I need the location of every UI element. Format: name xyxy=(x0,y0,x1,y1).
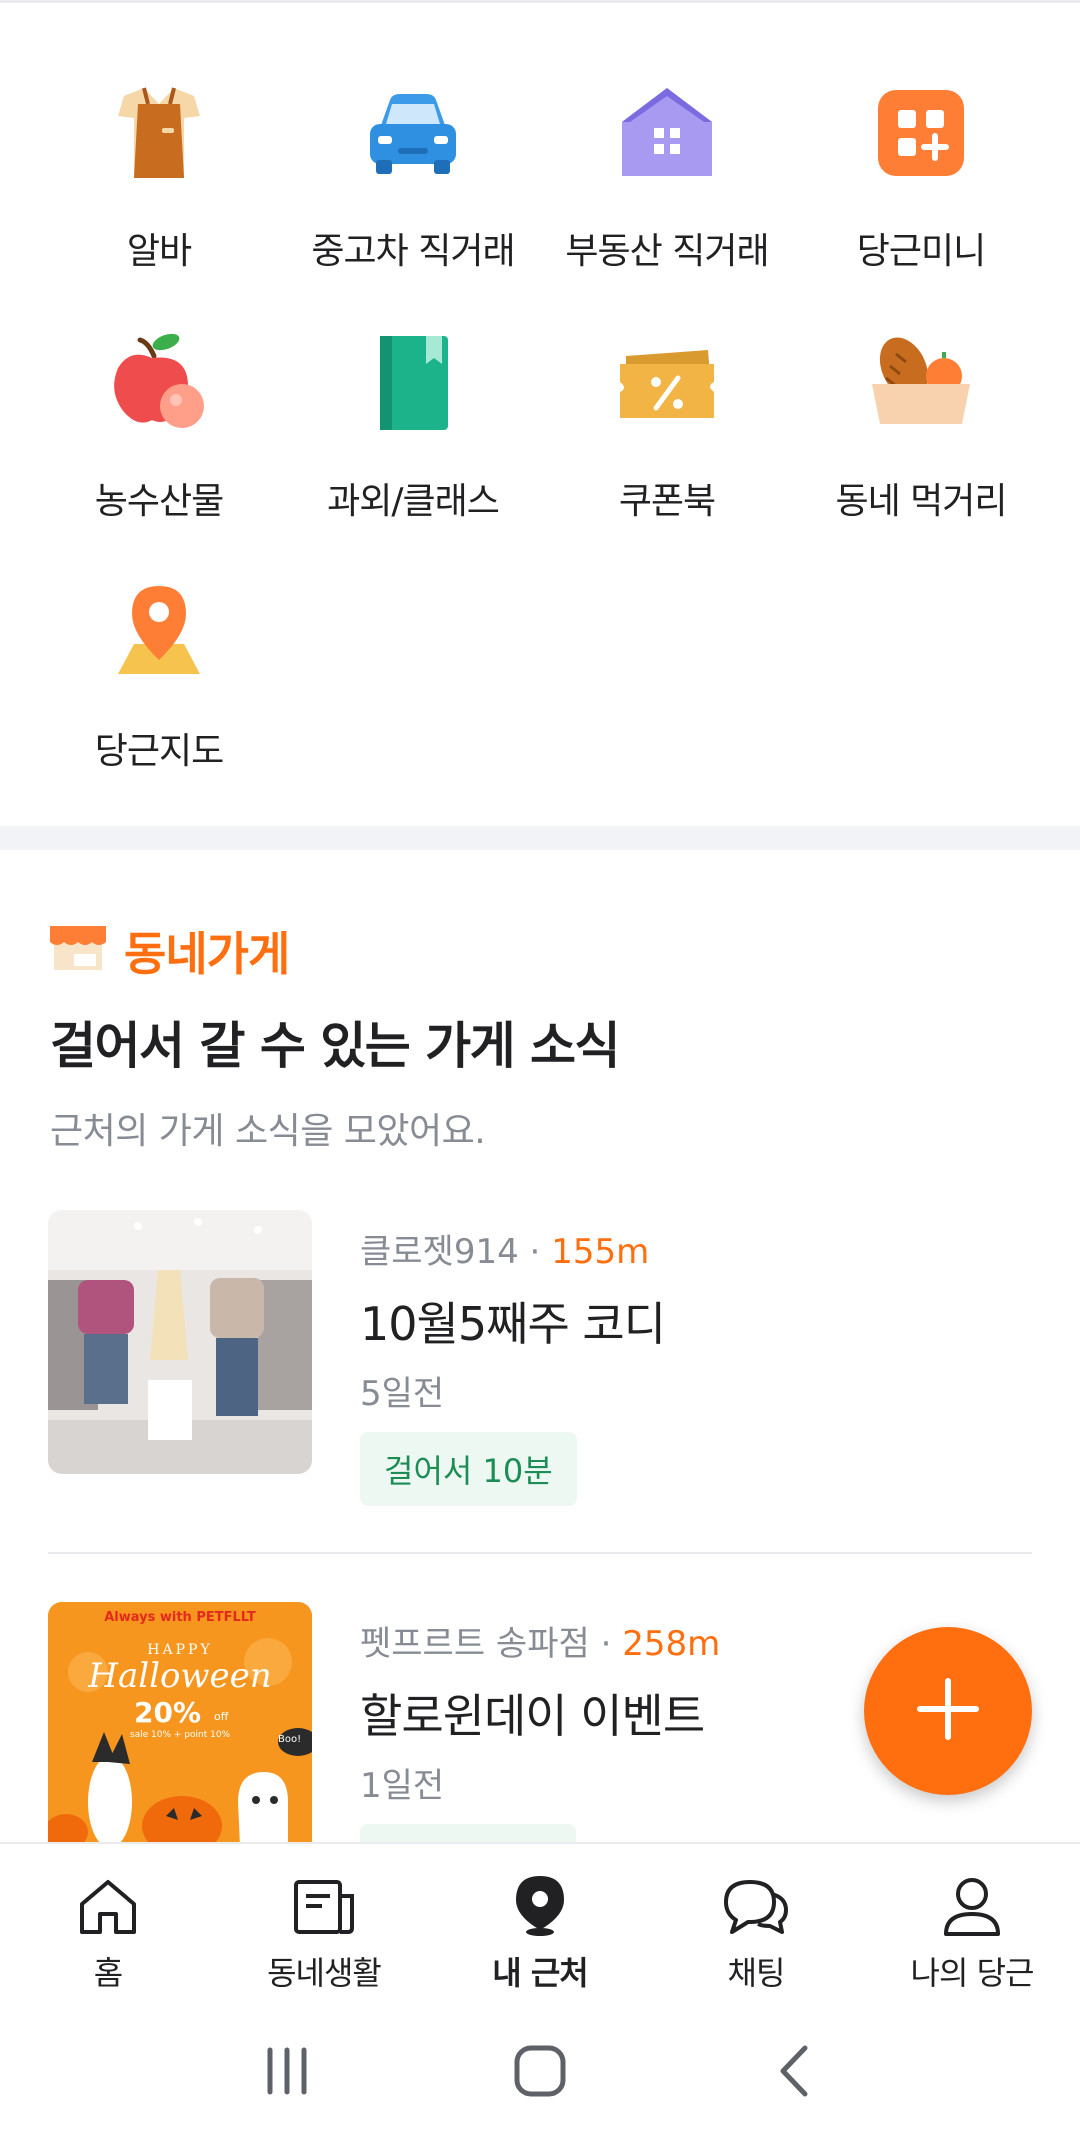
walk-time-badge xyxy=(360,1824,576,1842)
house-icon xyxy=(612,78,722,188)
list-divider xyxy=(48,1552,1032,1554)
poster-boo: Boo! xyxy=(278,1734,302,1745)
location-pin-icon xyxy=(506,1872,574,1940)
service-alba[interactable]: 알바 xyxy=(32,60,286,282)
food-basket-icon xyxy=(866,328,976,438)
mini-app-icon xyxy=(866,78,976,188)
store-post[interactable]: 클로젯914 · 155m 10월5째주 코디 5일전 걸어서 10분 xyxy=(48,1210,1032,1506)
halloween-poster: Always with PETFLLT HAPPY Halloween 20% … xyxy=(48,1602,312,1842)
home-square-icon xyxy=(514,2045,566,2097)
recent-apps-icon xyxy=(267,2047,307,2095)
tab-label: 나의 당근 xyxy=(910,1954,1035,1992)
distance: 258m xyxy=(622,1624,721,1664)
write-post-button[interactable] xyxy=(864,1627,1032,1795)
meta-separator: · xyxy=(589,1624,623,1664)
car-icon xyxy=(358,78,468,188)
top-divider xyxy=(0,0,1080,3)
tab-home[interactable]: 홈 xyxy=(0,1844,216,2000)
post-title: 10월5째주 코디 xyxy=(360,1297,666,1351)
back-chevron-icon xyxy=(780,2045,808,2097)
service-label: 과외/클래스 xyxy=(327,481,500,522)
chat-bubbles-icon xyxy=(722,1872,790,1940)
coupon-icon xyxy=(612,328,722,438)
service-class[interactable]: 과외/클래스 xyxy=(286,310,540,532)
service-grid: 알바 중고차 직거래 부동산 직거래 당근미니 농수산물 과외/클래스 쿠폰북 … xyxy=(32,60,1048,782)
profile-icon xyxy=(938,1872,1006,1940)
plus-icon xyxy=(916,1677,980,1745)
section-title: 걸어서 갈 수 있는 가게 소식 xyxy=(50,1017,621,1075)
service-local-food[interactable]: 동네 먹거리 xyxy=(794,310,1048,532)
poster-off: off xyxy=(214,1710,229,1723)
service-label: 중고차 직거래 xyxy=(311,231,515,272)
poster-fine-print: sale 10% + point 10% xyxy=(129,1730,231,1740)
apron-icon xyxy=(104,78,214,188)
post-time: 5일전 xyxy=(360,1374,445,1414)
walk-time-badge: 걸어서 10분 xyxy=(360,1432,577,1506)
home-system-button[interactable] xyxy=(490,2021,590,2121)
apple-icon xyxy=(104,328,214,438)
service-label: 당근미니 xyxy=(856,231,986,272)
system-navigation-bar xyxy=(0,2000,1080,2142)
service-danggeun-mini[interactable]: 당근미니 xyxy=(794,60,1048,282)
section-divider xyxy=(0,826,1080,850)
book-icon xyxy=(358,328,468,438)
map-pin-icon xyxy=(104,578,214,688)
tab-label: 동네생활 xyxy=(267,1954,382,1992)
poster-halloween: Halloween xyxy=(88,1656,272,1696)
tab-label: 내 근처 xyxy=(492,1954,588,1992)
service-used-car[interactable]: 중고차 직거래 xyxy=(286,60,540,282)
storefront-icon xyxy=(50,926,106,976)
service-coupon-book[interactable]: 쿠폰북 xyxy=(540,310,794,532)
neighborhood-news-icon xyxy=(290,1872,358,1940)
post-meta: 펫프르트 송파점 · 258m xyxy=(360,1616,720,1665)
clothing-store-photo xyxy=(48,1210,312,1474)
tab-my-danggeun[interactable]: 나의 당근 xyxy=(864,1844,1080,2000)
post-time: 1일전 xyxy=(360,1766,445,1806)
tab-neighborhood-life[interactable]: 동네생활 xyxy=(216,1844,432,2000)
home-icon xyxy=(74,1872,142,1940)
tab-label: 홈 xyxy=(93,1954,123,1992)
service-real-estate[interactable]: 부동산 직거래 xyxy=(540,60,794,282)
poster-discount: 20% xyxy=(134,1696,202,1729)
service-label: 당근지도 xyxy=(94,731,224,772)
bottom-tab-bar: 홈 동네생활 내 근처 채팅 나의 당근 xyxy=(0,1842,1080,2000)
store-section-header: 동네가게 xyxy=(50,918,290,984)
service-label: 부동산 직거래 xyxy=(565,231,769,272)
meta-separator: · xyxy=(518,1232,552,1272)
store-name: 펫프르트 송파점 xyxy=(360,1624,590,1664)
post-meta: 클로젯914 · 155m xyxy=(360,1224,649,1273)
store-name: 클로젯914 xyxy=(360,1232,519,1272)
service-label: 알바 xyxy=(126,231,192,272)
post-title: 할로윈데이 이벤트 xyxy=(360,1689,705,1743)
service-label: 농수산물 xyxy=(94,481,224,522)
recent-apps-button[interactable] xyxy=(237,2021,337,2121)
back-button[interactable] xyxy=(743,2021,843,2121)
service-label: 쿠폰북 xyxy=(618,481,716,522)
section-subtitle: 근처의 가게 소식을 모았어요. xyxy=(50,1111,486,1152)
poster-top-text: Always with PETFLLT xyxy=(104,1610,256,1625)
tab-chat[interactable]: 채팅 xyxy=(648,1844,864,2000)
service-farm-produce[interactable]: 농수산물 xyxy=(32,310,286,532)
tab-label: 채팅 xyxy=(727,1954,786,1992)
service-danggeun-map[interactable]: 당근지도 xyxy=(32,560,286,782)
service-label: 동네 먹거리 xyxy=(835,481,1007,522)
distance: 155m xyxy=(551,1232,650,1272)
tab-nearby[interactable]: 내 근처 xyxy=(432,1844,648,2000)
section-tag: 동네가게 xyxy=(124,927,290,981)
